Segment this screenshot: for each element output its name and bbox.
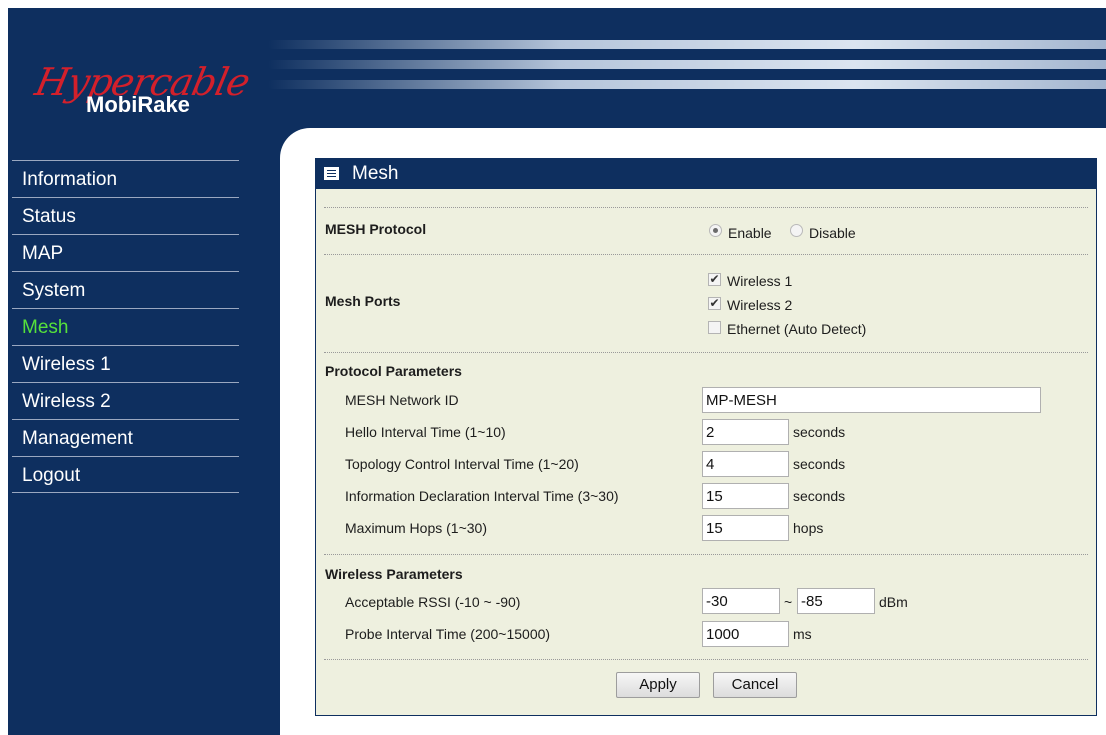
nav-item-logout[interactable]: Logout — [12, 456, 239, 493]
wireless-1-checkbox[interactable]: ✔ — [708, 273, 721, 286]
hello-interval-unit: seconds — [793, 424, 846, 440]
mesh-disable-radio[interactable] — [790, 224, 803, 237]
topology-interval-input[interactable] — [702, 451, 789, 477]
rssi-unit: dBm — [879, 594, 908, 610]
cancel-button[interactable]: Cancel — [713, 672, 797, 698]
rssi-min-input[interactable] — [702, 588, 780, 614]
mesh-enable-label: Enable — [728, 225, 772, 241]
hello-interval-input[interactable] — [702, 419, 789, 445]
divider — [324, 254, 1088, 255]
divider — [324, 554, 1088, 555]
topology-interval-unit: seconds — [793, 456, 846, 472]
mesh-disable-label: Disable — [809, 225, 856, 241]
probe-interval-unit: ms — [793, 626, 812, 642]
nav-item-mesh[interactable]: Mesh — [12, 308, 239, 345]
list-icon — [324, 167, 339, 180]
nav-item-map[interactable]: MAP — [12, 234, 239, 271]
apply-button[interactable]: Apply — [616, 672, 700, 698]
brand-logo: Hypercable MobiRake — [31, 60, 253, 130]
mesh-panel: Mesh MESH Protocol Enable Disable Mesh P… — [315, 158, 1097, 716]
mesh-enable-radio[interactable] — [709, 224, 722, 237]
max-hops-label: Maximum Hops (1~30) — [345, 520, 487, 536]
info-declaration-label: Information Declaration Interval Time (3… — [345, 488, 619, 504]
rssi-label: Acceptable RSSI (-10 ~ -90) — [345, 594, 521, 610]
ethernet-checkbox[interactable] — [708, 321, 721, 334]
nav-item-management[interactable]: Management — [12, 419, 239, 456]
mesh-ports-label: Mesh Ports — [325, 293, 401, 309]
ethernet-port-label: Ethernet (Auto Detect) — [727, 321, 867, 337]
topology-interval-label: Topology Control Interval Time (1~20) — [345, 456, 579, 472]
divider — [324, 207, 1088, 208]
panel-header: Mesh — [316, 159, 1096, 189]
wireless-1-port-label: Wireless 1 — [727, 273, 793, 289]
probe-interval-input[interactable] — [702, 621, 789, 647]
nav-item-wireless-1[interactable]: Wireless 1 — [12, 345, 239, 382]
rssi-range-tilde: ~ — [784, 594, 793, 610]
info-declaration-unit: seconds — [793, 488, 846, 504]
nav-item-status[interactable]: Status — [12, 197, 239, 234]
protocol-params-heading: Protocol Parameters — [325, 363, 462, 379]
nav-item-information[interactable]: Information — [12, 160, 239, 197]
nav-item-system[interactable]: System — [12, 271, 239, 308]
max-hops-unit: hops — [793, 520, 824, 536]
network-id-input[interactable] — [702, 387, 1041, 413]
wireless-params-heading: Wireless Parameters — [325, 566, 463, 582]
divider — [324, 352, 1088, 353]
nav-item-wireless-2[interactable]: Wireless 2 — [12, 382, 239, 419]
header-banner — [268, 38, 1106, 108]
wireless-2-checkbox[interactable]: ✔ — [708, 297, 721, 310]
wireless-2-port-label: Wireless 2 — [727, 297, 793, 313]
hello-interval-label: Hello Interval Time (1~10) — [345, 424, 506, 440]
max-hops-input[interactable] — [702, 515, 789, 541]
panel-title: Mesh — [352, 163, 399, 184]
logo-product: MobiRake — [86, 92, 190, 117]
network-id-label: MESH Network ID — [345, 392, 459, 408]
info-declaration-input[interactable] — [702, 483, 789, 509]
divider — [324, 659, 1088, 660]
probe-interval-label: Probe Interval Time (200~15000) — [345, 626, 551, 642]
sidebar-nav: Information Status MAP System Mesh Wirel… — [12, 160, 239, 493]
rssi-max-input[interactable] — [797, 588, 875, 614]
mesh-protocol-label: MESH Protocol — [325, 221, 427, 237]
